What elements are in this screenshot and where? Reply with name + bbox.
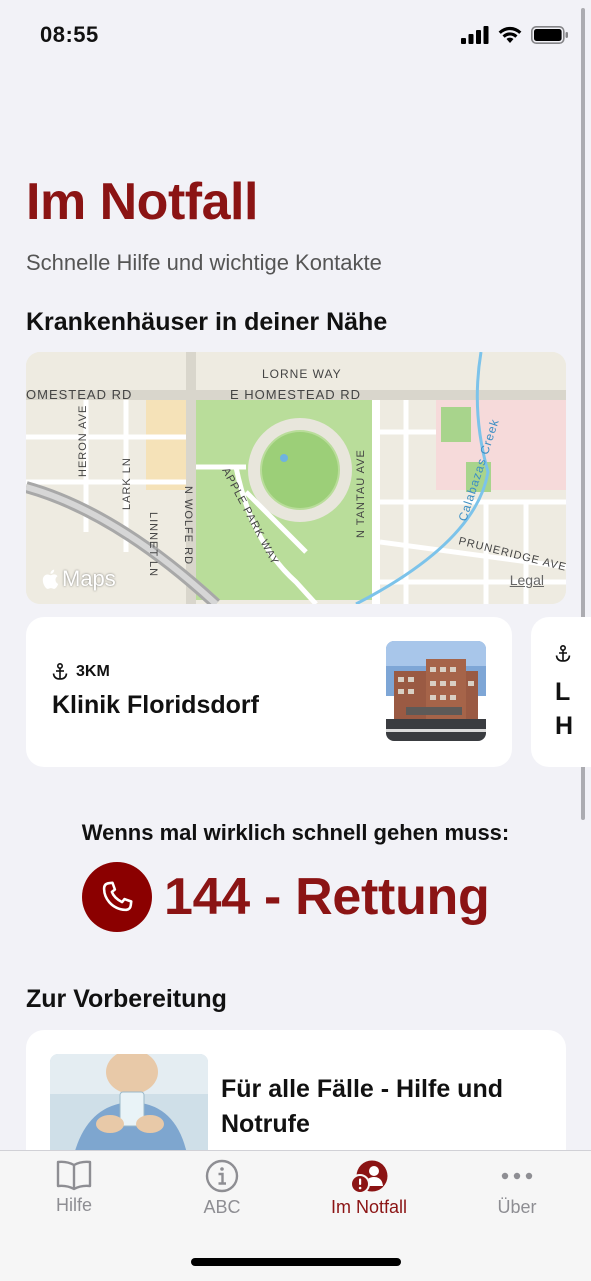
tab-abc[interactable]: ABC: [148, 1159, 296, 1218]
hospital-map[interactable]: LORNE WAY E HOMESTEAD RD OMESTEAD RD HER…: [26, 352, 566, 604]
emergency-call-button[interactable]: 144 - Rettung: [82, 862, 490, 932]
preparation-card-title: Für alle Fälle - Hilfe und Notrufe: [221, 1075, 503, 1138]
tab-label: Hilfe: [55, 1195, 92, 1215]
map-street-label: E HOMESTEAD RD: [230, 387, 361, 402]
emergency-prompt: Wenns mal wirklich schnell gehen muss:: [81, 820, 510, 845]
tab-label: ABC: [203, 1197, 241, 1217]
emergency-call-label[interactable]: 144 - Rettung: [164, 867, 490, 927]
map-street-label: LARK LN: [121, 457, 133, 510]
tab-im-notfall[interactable]: Im Notfall: [295, 1159, 443, 1218]
hospitals-section-title: Krankenhäuser in deiner Nähe: [26, 308, 388, 336]
apple-logo-icon: [42, 569, 59, 589]
hospital-card-partial[interactable]: L H: [531, 617, 591, 767]
page-subtitle: Schnelle Hilfe und wichtige Kontakte: [26, 250, 382, 275]
tab-label: Im Notfall: [330, 1197, 408, 1217]
hospital-name-partial: L H: [555, 678, 574, 740]
maps-logo: Maps: [42, 566, 116, 592]
map-street-label: N TANTAU AVE: [355, 449, 367, 538]
map-street-label: N WOLFE RD: [182, 486, 194, 565]
battery-icon: [531, 26, 568, 44]
more-icon: [501, 1172, 533, 1180]
preparation-section-title: Zur Vorbereitung: [26, 985, 227, 1013]
tab-hilfe[interactable]: Hilfe: [0, 1159, 148, 1216]
hospital-distance: 3KM: [52, 663, 110, 681]
home-indicator[interactable]: [191, 1258, 401, 1266]
phone-icon[interactable]: [82, 862, 152, 932]
cellular-signal-icon: [461, 26, 489, 44]
hospital-card[interactable]: 3KM Klinik Floridsdorf: [26, 617, 512, 767]
tab-ueber[interactable]: Über: [443, 1159, 591, 1218]
emergency-person-icon: [350, 1160, 388, 1193]
map-legal-link[interactable]: Legal: [510, 572, 544, 588]
status-time: 08:55: [40, 22, 99, 47]
tab-label: Über: [497, 1197, 537, 1217]
map-street-label: LORNE WAY: [262, 367, 342, 381]
anchor-icon: [52, 663, 68, 680]
map-street-label: OMESTEAD RD: [26, 387, 132, 402]
hospital-distance-value: 3KM: [76, 663, 110, 680]
page-title: Im Notfall: [26, 173, 258, 231]
info-icon: [205, 1159, 239, 1193]
status-icons: [461, 26, 569, 44]
preparation-card[interactable]: Für alle Fälle - Hilfe und Notrufe: [26, 1030, 566, 1170]
wifi-icon: [498, 26, 522, 43]
hospital-name: Klinik Floridsdorf: [52, 691, 259, 719]
hospital-photo: [386, 641, 486, 741]
book-icon: [56, 1160, 92, 1191]
maps-logo-text: Maps: [62, 566, 116, 591]
anchor-icon: [555, 645, 571, 662]
map-street-label: LINNET LN: [147, 512, 159, 577]
status-bar: 08:55: [0, 0, 591, 72]
map-street-label: HERON AVE: [77, 405, 89, 477]
